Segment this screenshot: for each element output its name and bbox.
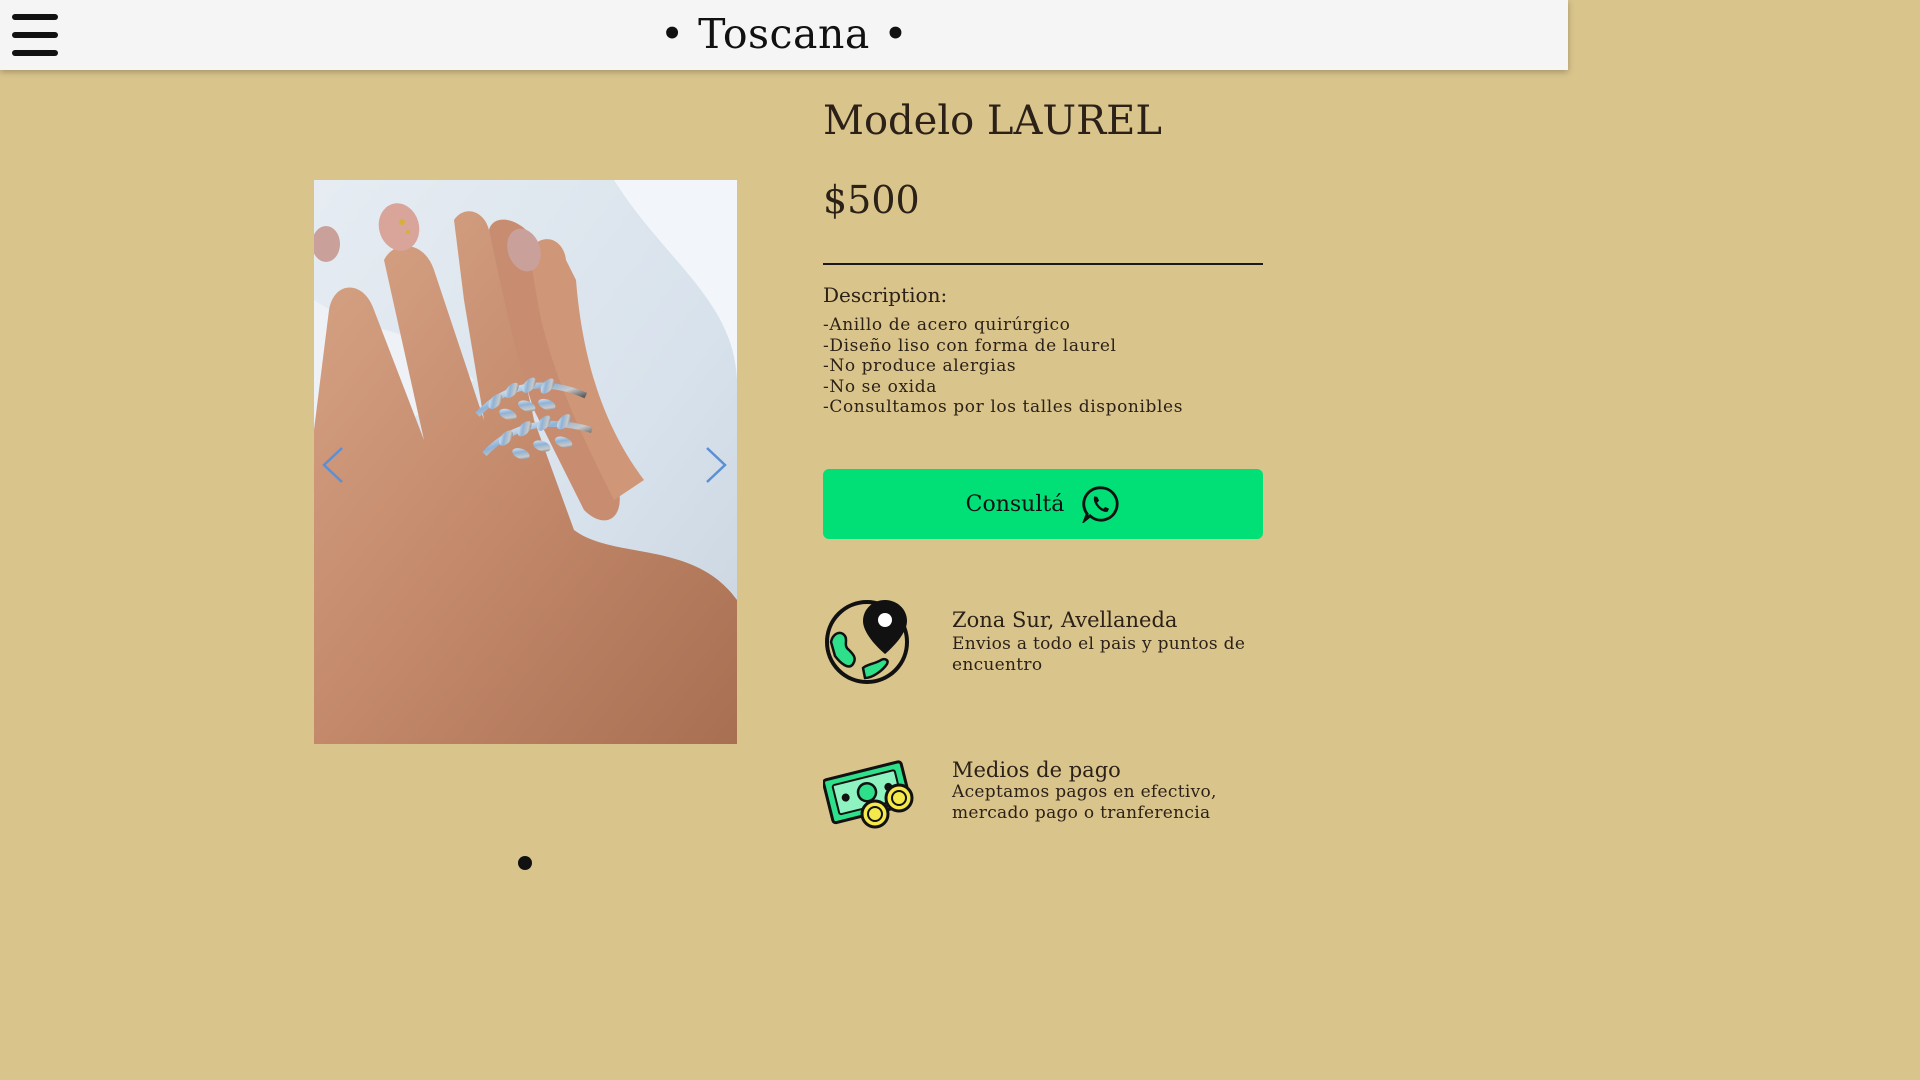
description-line: -Consultamos por los talles disponibles: [823, 397, 1184, 417]
description-line: -Anillo de acero quirúrgico: [823, 315, 1071, 335]
carousel-indicator-dot[interactable]: [518, 856, 532, 870]
description-line: -Diseño liso con forma de laurel: [823, 335, 1117, 356]
shipping-title: Zona Sur, Avellaneda: [952, 608, 1178, 632]
product-image-carousel: [314, 180, 737, 744]
product-title: Modelo LAUREL: [823, 98, 1162, 144]
top-bar: • Toscana •: [0, 0, 1568, 70]
payment-text: Aceptamos pagos en efectivo, mercado pag…: [952, 782, 1217, 823]
globe-location-icon: [825, 600, 909, 684]
description-line: -No produce alergias: [823, 356, 1017, 376]
description-line: -No se oxida: [823, 376, 937, 397]
description-label: Description:: [823, 283, 948, 307]
description-list: -Anillo de acero quirúrgico -Diseño liso…: [823, 315, 1183, 418]
shipping-text: Envios a todo el pais y puntos de encuen…: [952, 634, 1246, 675]
whatsapp-icon: [1082, 486, 1119, 523]
product-photo: [314, 180, 737, 744]
money-payment-icon: [823, 760, 914, 829]
payment-title: Medios de pago: [952, 758, 1121, 782]
divider: [823, 263, 1263, 265]
brand-title[interactable]: • Toscana •: [0, 10, 1568, 58]
consulta-whatsapp-button[interactable]: Consultá: [823, 469, 1263, 539]
consulta-button-label: Consultá: [965, 491, 1065, 517]
product-price: $500: [823, 178, 920, 222]
carousel-next-arrow-icon[interactable]: [701, 445, 731, 485]
carousel-prev-arrow-icon[interactable]: [318, 445, 348, 485]
